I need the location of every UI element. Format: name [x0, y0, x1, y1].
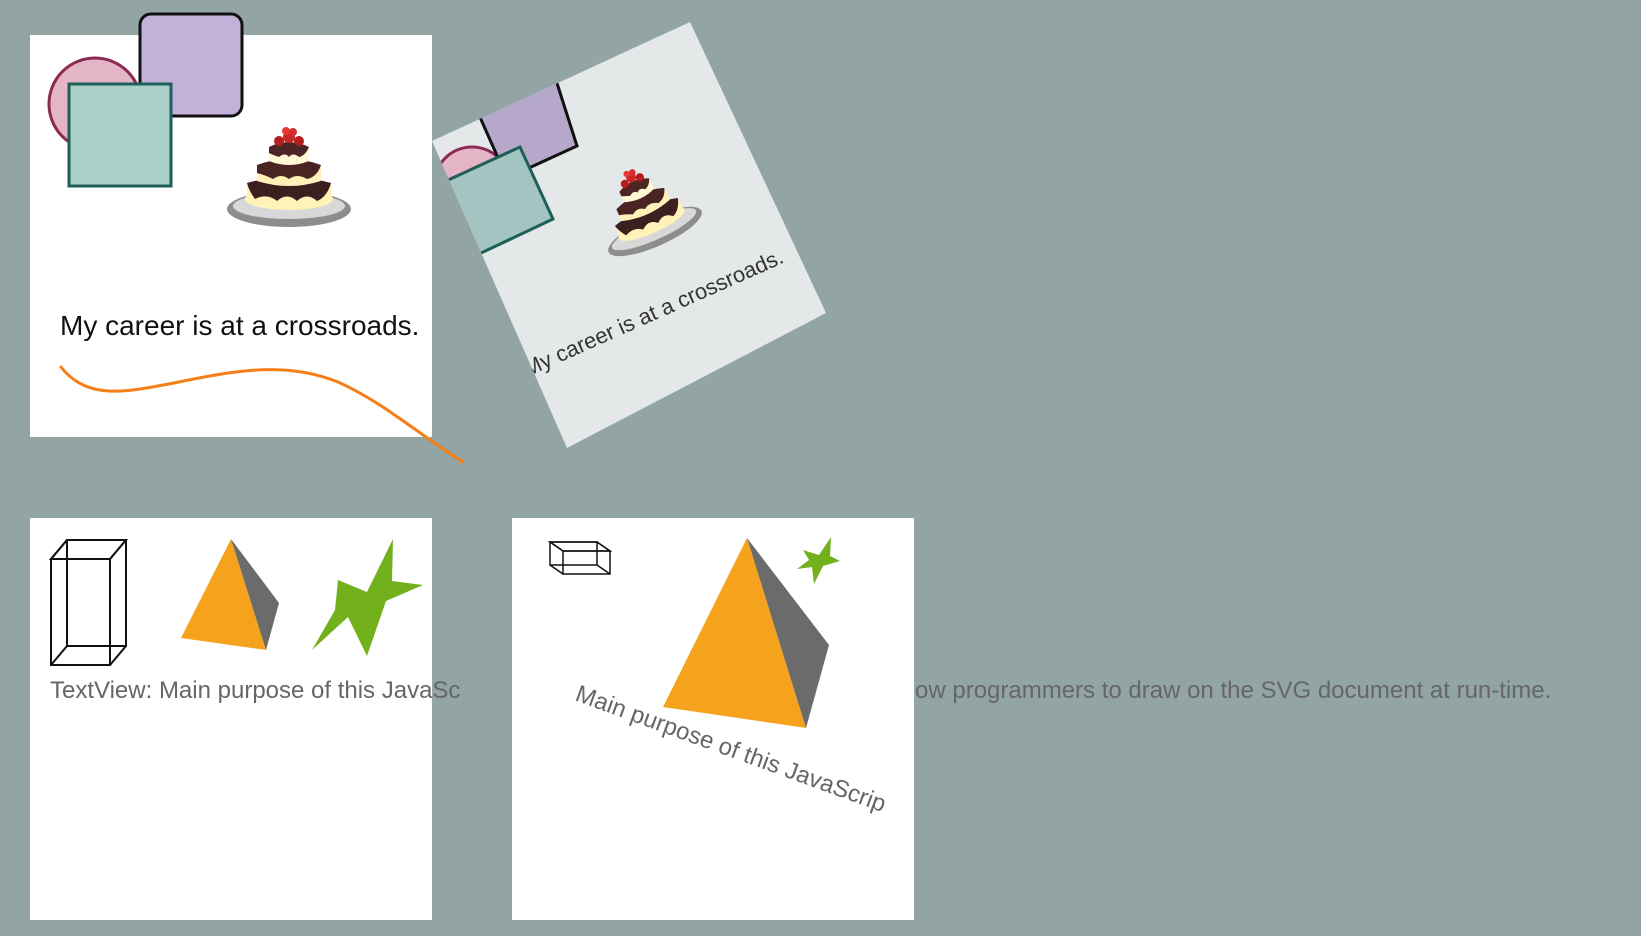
svg-stage: My career is at a crossroads. My career …	[30, 12, 1551, 920]
bottom-right-panel: Main purpose of this JavaScrip	[512, 518, 914, 920]
bottom-left-text: TextView: Main purpose of this JavaSc	[50, 677, 460, 704]
teal-square	[67, 82, 173, 188]
bottom-right-panel-background	[512, 518, 914, 920]
bottom-right-overflow-text: ow programmers to draw on the SVG docume…	[915, 677, 1551, 704]
rotated-panel: My career is at a crossroads.	[432, 22, 826, 448]
bottom-left-panel: TextView: Main purpose of this JavaSc	[30, 518, 460, 920]
panel-caption: My career is at a crossroads.	[60, 310, 419, 341]
top-left-panel: My career is at a crossroads.	[30, 12, 465, 464]
